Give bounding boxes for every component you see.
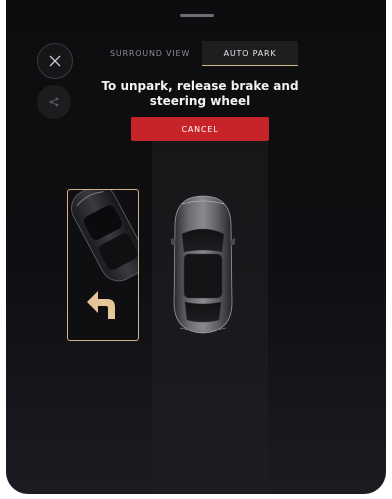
cancel-button[interactable]: CANCEL [131, 117, 269, 141]
turn-left-arrow-icon [87, 291, 115, 319]
tab-surround-view[interactable]: SURROUND VIEW [102, 41, 198, 65]
close-icon [49, 55, 61, 67]
parking-spot[interactable] [67, 189, 139, 341]
share-icon [49, 97, 59, 107]
view-tabs: SURROUND VIEW AUTO PARK [102, 41, 300, 66]
drag-handle[interactable] [180, 14, 214, 17]
tab-auto-park[interactable]: AUTO PARK [202, 41, 298, 66]
unpark-instruction: To unpark, release brake and steering wh… [101, 79, 299, 108]
autopark-panel: SURROUND VIEW AUTO PARK To unpark, relea… [6, 0, 386, 494]
car-icon [171, 195, 235, 334]
close-button[interactable] [37, 43, 73, 79]
share-button[interactable] [37, 85, 71, 119]
